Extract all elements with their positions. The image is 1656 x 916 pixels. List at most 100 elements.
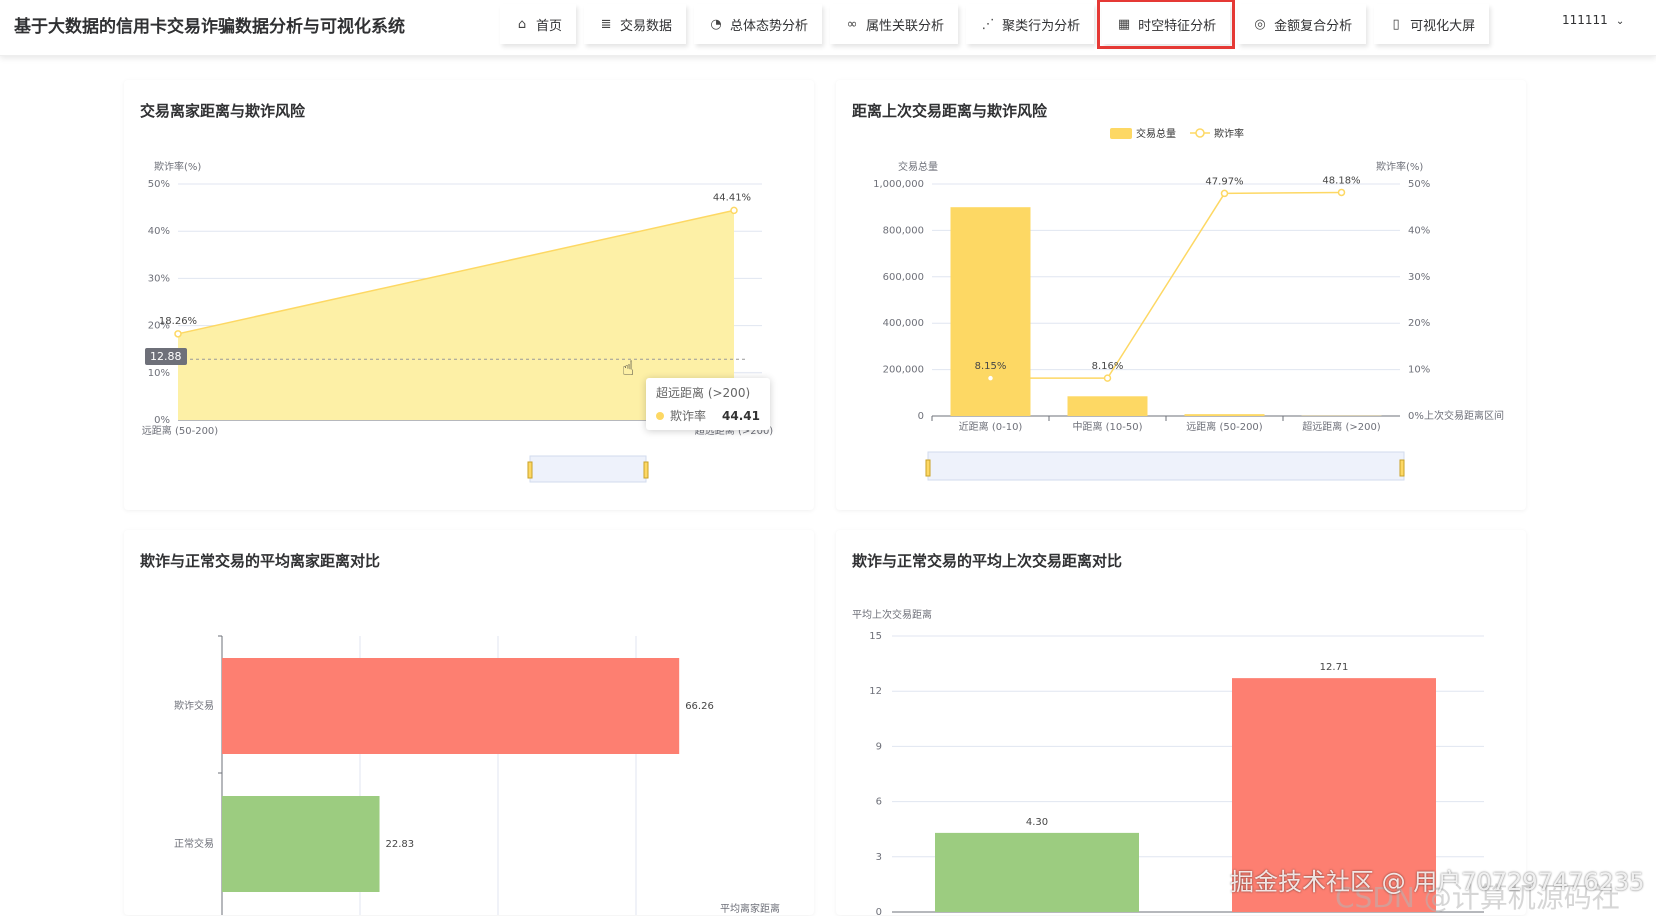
tooltip-value: 44.41 <box>722 409 760 423</box>
legend-swatch-dot <box>1196 129 1204 137</box>
share-icon: ⋰ <box>980 17 996 32</box>
data-point <box>175 331 181 337</box>
top-navbar: 基于大数据的信用卡交易诈骗数据分析与可视化系统 ⌂ 首页 ≣交易数据 ◔ 总体态势分析 ∞… <box>0 0 1656 56</box>
nav-item-map[interactable]: ▦ 时空特征分析 <box>1102 4 1230 44</box>
user-name: 111111 <box>1562 13 1608 27</box>
y-tick-label-right: 0% <box>1408 411 1424 422</box>
last-distance-combo-chart[interactable]: 交易总量欺诈率交易总量欺诈率(%)00%200,00010%400,00020%… <box>836 80 1526 510</box>
bar <box>935 833 1139 912</box>
y-tick-label-right: 50% <box>1408 179 1430 190</box>
nav-item-coins[interactable]: ◎ 金额复合分析 <box>1238 4 1366 44</box>
y-tick-label-right: 40% <box>1408 225 1430 236</box>
home-distance-area-chart[interactable]: 欺诈率(%)0%10%20%30%40%50%18.26%远距离 (50-200… <box>124 80 814 510</box>
y-tick-label-left: 1,000,000 <box>873 179 924 190</box>
nav-item-home[interactable]: ⌂ 首页 <box>500 4 576 44</box>
nav-item-link[interactable]: ∞ 属性关联分析 <box>830 4 958 44</box>
datazoom-handle-right <box>644 462 648 478</box>
y-tick-label: 正常交易 <box>174 837 214 850</box>
panel-last-distance-risk: 距离上次交易距离与欺诈风险 交易总量欺诈率交易总量欺诈率(%)00%200,00… <box>836 80 1526 510</box>
user-menu[interactable]: 111111 ⌄ <box>1562 13 1624 27</box>
data-point <box>988 375 994 381</box>
data-point <box>1105 375 1111 381</box>
app-title: 基于大数据的信用卡交易诈骗数据分析与可视化系统 <box>14 12 405 37</box>
avg-home-distance-bar-chart[interactable]: 66.26欺诈交易22.83正常交易平均离家距离 <box>124 530 814 915</box>
y-tick-label: 12 <box>869 686 882 697</box>
data-label: 48.18% <box>1322 175 1360 186</box>
watermark: 掘金技术社区 @ 用户707297476235 <box>1230 862 1645 897</box>
nav-item-share[interactable]: ⋰聚类行为分析 <box>966 4 1094 44</box>
x-tick-label: 远距离 (50-200) <box>1186 420 1263 433</box>
y-tick-label-left: 600,000 <box>883 272 924 283</box>
y-tick-label-left: 0 <box>918 411 924 422</box>
series-dot-icon <box>656 412 664 420</box>
data-point <box>1222 190 1228 196</box>
avg-last-distance-bar-chart[interactable]: 平均上次交易距离036912154.30正常交易12.71欺诈交易 <box>836 530 1526 915</box>
nav-item-screen[interactable]: ▯可视化大屏 <box>1374 4 1489 44</box>
pie-chart-icon: ◔ <box>708 17 724 32</box>
y-tick-label: 15 <box>869 631 882 642</box>
nav-item-label: 属性关联分析 <box>866 15 944 34</box>
tooltip-category: 超远距离 (>200) <box>656 384 760 401</box>
main-nav: ⌂ 首页 ≣交易数据 ◔ 总体态势分析 ∞ 属性关联分析 ⋰聚类行为分析 ▦ 时空特征分析 ◎ 金额复… <box>500 0 1497 48</box>
legend-label: 交易总量 <box>1136 127 1176 140</box>
panel-home-distance-risk: 交易离家距离与欺诈风险 欺诈率(%)0%10%20%30%40%50%18.26… <box>124 80 814 510</box>
nav-item-pie-chart[interactable]: ◔ 总体态势分析 <box>694 4 822 44</box>
link-icon: ∞ <box>844 17 860 32</box>
panel-avg-last-distance: 欺诈与正常交易的平均上次交易距离对比 平均上次交易距离036912154.30正… <box>836 530 1526 915</box>
data-point <box>1339 189 1345 195</box>
y-tick-label-left: 800,000 <box>883 225 924 236</box>
map-icon: ▦ <box>1116 17 1132 32</box>
data-label: 8.16% <box>1092 361 1124 372</box>
axis-pointer-label: 12.88 <box>145 348 187 365</box>
y-axis-title-left: 交易总量 <box>898 160 938 173</box>
home-icon: ⌂ <box>514 17 530 32</box>
legend-label: 欺诈率 <box>1214 127 1244 140</box>
y-tick-label: 6 <box>876 797 882 808</box>
nav-item-label: 交易数据 <box>620 15 672 34</box>
y-tick-label-left: 200,000 <box>883 365 924 376</box>
y-tick-label-left: 400,000 <box>883 318 924 329</box>
x-axis-title: 上次交易距离区间 <box>1424 409 1504 422</box>
chevron-down-icon: ⌄ <box>1616 16 1624 27</box>
datazoom-handle-left <box>528 462 532 478</box>
x-tick-label: 中距离 (10-50) <box>1072 420 1142 433</box>
x-tick-label: 远距离 (50-200) <box>142 424 218 437</box>
nav-item-label: 可视化大屏 <box>1410 15 1475 34</box>
nav-item-label: 时空特征分析 <box>1138 15 1216 34</box>
data-point <box>731 207 737 213</box>
y-tick-label: 30% <box>148 273 170 284</box>
nav-item-label: 总体态势分析 <box>730 15 808 34</box>
datazoom-window <box>928 452 1404 480</box>
nav-item-label: 金额复合分析 <box>1274 15 1352 34</box>
y-tick-label-right: 20% <box>1408 318 1430 329</box>
nav-item-label: 首页 <box>536 15 562 34</box>
y-axis-title: 平均上次交易距离 <box>852 608 932 621</box>
y-tick-label: 50% <box>148 179 170 190</box>
data-label: 12.71 <box>1320 662 1349 673</box>
tooltip-series: 欺诈率 <box>670 407 706 424</box>
data-label: 4.30 <box>1026 817 1048 828</box>
y-tick-label-right: 30% <box>1408 272 1430 283</box>
y-tick-label: 0 <box>876 907 882 915</box>
legend-swatch-bar <box>1110 128 1132 139</box>
data-label: 66.26 <box>685 701 714 712</box>
panel-avg-home-distance: 欺诈与正常交易的平均离家距离对比 66.26欺诈交易22.83正常交易平均离家距… <box>124 530 814 915</box>
data-label: 8.15% <box>975 361 1007 372</box>
y-axis-title-right: 欺诈率(%) <box>1376 160 1423 173</box>
y-tick-label: 10% <box>148 368 170 379</box>
y-tick-label: 40% <box>148 226 170 237</box>
y-tick-label: 欺诈交易 <box>174 699 214 712</box>
coins-icon: ◎ <box>1252 17 1268 32</box>
y-axis-title: 欺诈率(%) <box>154 160 201 173</box>
y-tick-label-right: 10% <box>1408 365 1430 376</box>
series-line <box>991 192 1342 378</box>
x-tick-label: 超远距离 (>200) <box>1302 420 1381 433</box>
bar <box>222 796 380 892</box>
datazoom-window <box>530 456 646 482</box>
y-tick-label: 9 <box>876 741 882 752</box>
bar <box>1068 396 1148 416</box>
data-label: 44.41% <box>713 192 751 203</box>
chart-tooltip: 超远距离 (>200) 欺诈率 44.41 <box>646 378 770 430</box>
nav-item-database[interactable]: ≣交易数据 <box>584 4 686 44</box>
x-tick-label: 近距离 (0-10) <box>959 420 1023 433</box>
